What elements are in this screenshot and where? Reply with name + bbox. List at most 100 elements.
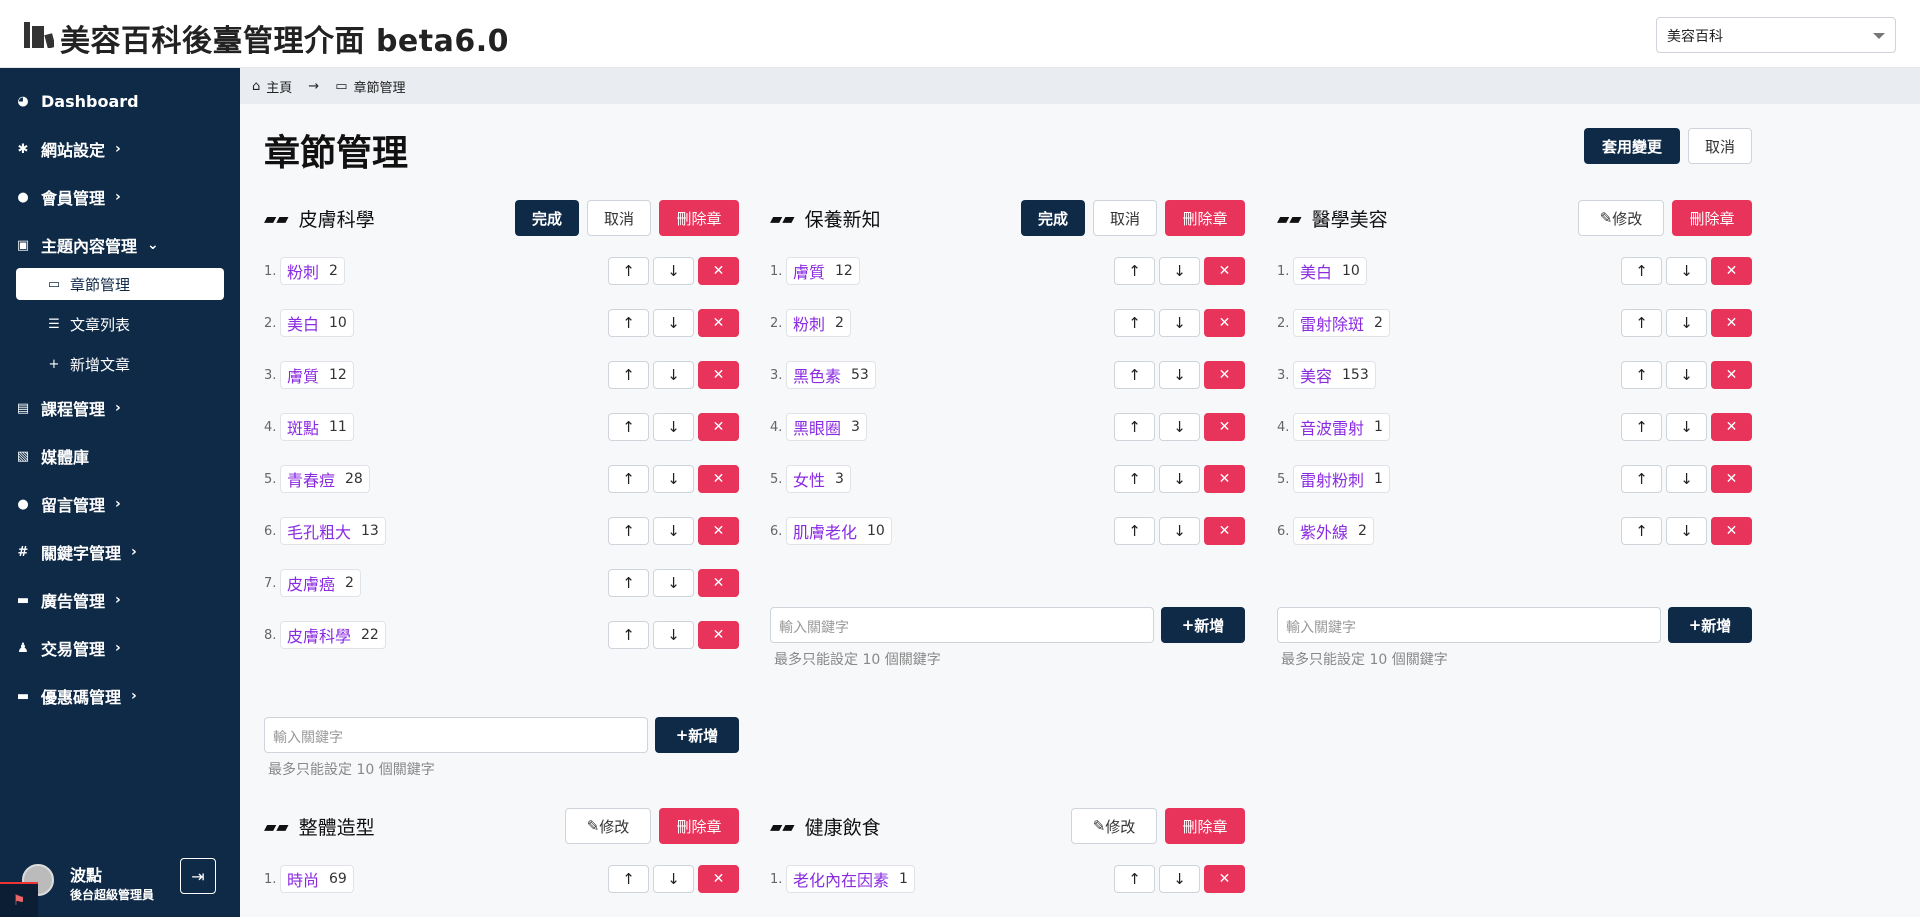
move-down-button[interactable]: ↓ <box>1159 309 1200 337</box>
remove-keyword-button[interactable]: ✕ <box>698 517 739 545</box>
remove-keyword-button[interactable]: ✕ <box>698 569 739 597</box>
move-up-button[interactable]: ↑ <box>1114 361 1155 389</box>
keyword-tag[interactable]: 紫外線 2 <box>1293 517 1374 545</box>
sidebar-item-new-article[interactable]: + 新增文章 <box>16 348 224 380</box>
move-up-button[interactable]: ↑ <box>608 413 649 441</box>
keyword-tag[interactable]: 斑點 11 <box>280 413 354 441</box>
keyword-tag[interactable]: 雷射除斑 2 <box>1293 309 1390 337</box>
keyword-tag[interactable]: 時尚 69 <box>280 865 354 893</box>
keyword-tag[interactable]: 粉刺 2 <box>786 309 851 337</box>
move-up-button[interactable]: ↑ <box>608 517 649 545</box>
sidebar-item-chapters[interactable]: ▭ 章節管理 <box>16 268 224 300</box>
cancel-chapter-button[interactable]: 取消 <box>587 200 651 236</box>
keyword-tag[interactable]: 粉刺 2 <box>280 257 345 285</box>
move-up-button[interactable]: ↑ <box>608 309 649 337</box>
move-up-button[interactable]: ↑ <box>1621 413 1662 441</box>
remove-keyword-button[interactable]: ✕ <box>1204 309 1245 337</box>
keyword-tag[interactable]: 美白 10 <box>1293 257 1367 285</box>
sidebar-item-transactions[interactable]: ♟ 交易管理 › <box>15 633 121 663</box>
remove-keyword-button[interactable]: ✕ <box>1711 257 1752 285</box>
move-down-button[interactable]: ↓ <box>653 517 694 545</box>
remove-keyword-button[interactable]: ✕ <box>698 257 739 285</box>
move-up-button[interactable]: ↑ <box>608 257 649 285</box>
move-down-button[interactable]: ↓ <box>1159 361 1200 389</box>
move-down-button[interactable]: ↓ <box>653 465 694 493</box>
done-button[interactable]: 完成 <box>515 200 579 236</box>
move-down-button[interactable]: ↓ <box>1159 465 1200 493</box>
move-down-button[interactable]: ↓ <box>1666 361 1707 389</box>
remove-keyword-button[interactable]: ✕ <box>1204 465 1245 493</box>
move-up-button[interactable]: ↑ <box>1114 865 1155 893</box>
remove-keyword-button[interactable]: ✕ <box>1711 361 1752 389</box>
move-down-button[interactable]: ↓ <box>653 413 694 441</box>
keyword-input[interactable]: 輸入關鍵字 <box>770 607 1154 643</box>
remove-keyword-button[interactable]: ✕ <box>698 465 739 493</box>
add-keyword-button[interactable]: + 新增 <box>655 717 739 753</box>
move-down-button[interactable]: ↓ <box>1666 257 1707 285</box>
move-down-button[interactable]: ↓ <box>653 865 694 893</box>
move-down-button[interactable]: ↓ <box>1666 413 1707 441</box>
move-up-button[interactable]: ↑ <box>1114 309 1155 337</box>
breadcrumb-home[interactable]: 主頁 <box>266 77 292 96</box>
move-up-button[interactable]: ↑ <box>1621 465 1662 493</box>
sidebar-item-site-settings[interactable]: ✱ 網站設定 › <box>15 134 121 164</box>
keyword-tag[interactable]: 皮膚科學 22 <box>280 621 386 649</box>
add-keyword-button[interactable]: + 新增 <box>1668 607 1752 643</box>
keyword-tag[interactable]: 雷射粉刺 1 <box>1293 465 1390 493</box>
move-down-button[interactable]: ↓ <box>653 257 694 285</box>
move-up-button[interactable]: ↑ <box>1114 517 1155 545</box>
edit-button[interactable]: ✎ 修改 <box>1071 808 1157 844</box>
move-down-button[interactable]: ↓ <box>1666 465 1707 493</box>
keyword-tag[interactable]: 美容 153 <box>1293 361 1376 389</box>
apply-changes-button[interactable]: 套用變更 <box>1584 128 1680 164</box>
keyword-input[interactable]: 輸入關鍵字 <box>264 717 648 753</box>
move-down-button[interactable]: ↓ <box>653 309 694 337</box>
move-up-button[interactable]: ↑ <box>1621 361 1662 389</box>
move-up-button[interactable]: ↑ <box>1621 309 1662 337</box>
move-up-button[interactable]: ↑ <box>608 621 649 649</box>
keyword-tag[interactable]: 女性 3 <box>786 465 851 493</box>
sidebar-item-ads[interactable]: ▬ 廣告管理 › <box>15 585 121 615</box>
move-down-button[interactable]: ↓ <box>653 621 694 649</box>
sidebar-item-coupons[interactable]: ▬ 優惠碼管理 › <box>15 681 137 711</box>
remove-keyword-button[interactable]: ✕ <box>1711 309 1752 337</box>
sidebar-item-members[interactable]: ● 會員管理 › <box>15 182 120 212</box>
remove-keyword-button[interactable]: ✕ <box>1711 465 1752 493</box>
keyword-tag[interactable]: 音波雷射 1 <box>1293 413 1390 441</box>
move-up-button[interactable]: ↑ <box>1621 517 1662 545</box>
keyword-tag[interactable]: 老化內在因素 1 <box>786 865 915 893</box>
delete-chapter-button[interactable]: 刪除章 <box>659 808 739 844</box>
move-up-button[interactable]: ↑ <box>608 865 649 893</box>
move-up-button[interactable]: ↑ <box>1621 257 1662 285</box>
remove-keyword-button[interactable]: ✕ <box>1711 413 1752 441</box>
remove-keyword-button[interactable]: ✕ <box>1204 257 1245 285</box>
remove-keyword-button[interactable]: ✕ <box>1204 413 1245 441</box>
remove-keyword-button[interactable]: ✕ <box>1204 865 1245 893</box>
site-select[interactable]: 美容百科 <box>1656 17 1896 53</box>
keyword-tag[interactable]: 膚質 12 <box>280 361 354 389</box>
remove-keyword-button[interactable]: ✕ <box>1711 517 1752 545</box>
sidebar-item-courses[interactable]: ▤ 課程管理 › <box>15 393 121 423</box>
sidebar-item-comments[interactable]: ● 留言管理 › <box>15 489 120 519</box>
keyword-tag[interactable]: 青春痘 28 <box>280 465 370 493</box>
move-down-button[interactable]: ↓ <box>1159 865 1200 893</box>
remove-keyword-button[interactable]: ✕ <box>698 865 739 893</box>
done-button[interactable]: 完成 <box>1021 200 1085 236</box>
edit-button[interactable]: ✎ 修改 <box>1578 200 1664 236</box>
sidebar-item-keywords[interactable]: # 關鍵字管理 › <box>15 537 137 567</box>
keyword-tag[interactable]: 黑眼圈 3 <box>786 413 867 441</box>
move-up-button[interactable]: ↑ <box>1114 413 1155 441</box>
keyword-tag[interactable]: 黑色素 53 <box>786 361 876 389</box>
delete-chapter-button[interactable]: 刪除章 <box>1165 808 1245 844</box>
sidebar-item-articles[interactable]: ☰ 文章列表 <box>16 308 224 340</box>
move-down-button[interactable]: ↓ <box>653 569 694 597</box>
move-down-button[interactable]: ↓ <box>1159 413 1200 441</box>
delete-chapter-button[interactable]: 刪除章 <box>659 200 739 236</box>
sidebar-item-dashboard[interactable]: ◕ Dashboard <box>15 86 138 116</box>
remove-keyword-button[interactable]: ✕ <box>1204 361 1245 389</box>
cancel-chapter-button[interactable]: 取消 <box>1093 200 1157 236</box>
move-up-button[interactable]: ↑ <box>1114 257 1155 285</box>
keyword-input[interactable]: 輸入關鍵字 <box>1277 607 1661 643</box>
sidebar-item-content[interactable]: ▣ 主題內容管理 ⌄ <box>15 230 159 260</box>
edit-button[interactable]: ✎ 修改 <box>565 808 651 844</box>
